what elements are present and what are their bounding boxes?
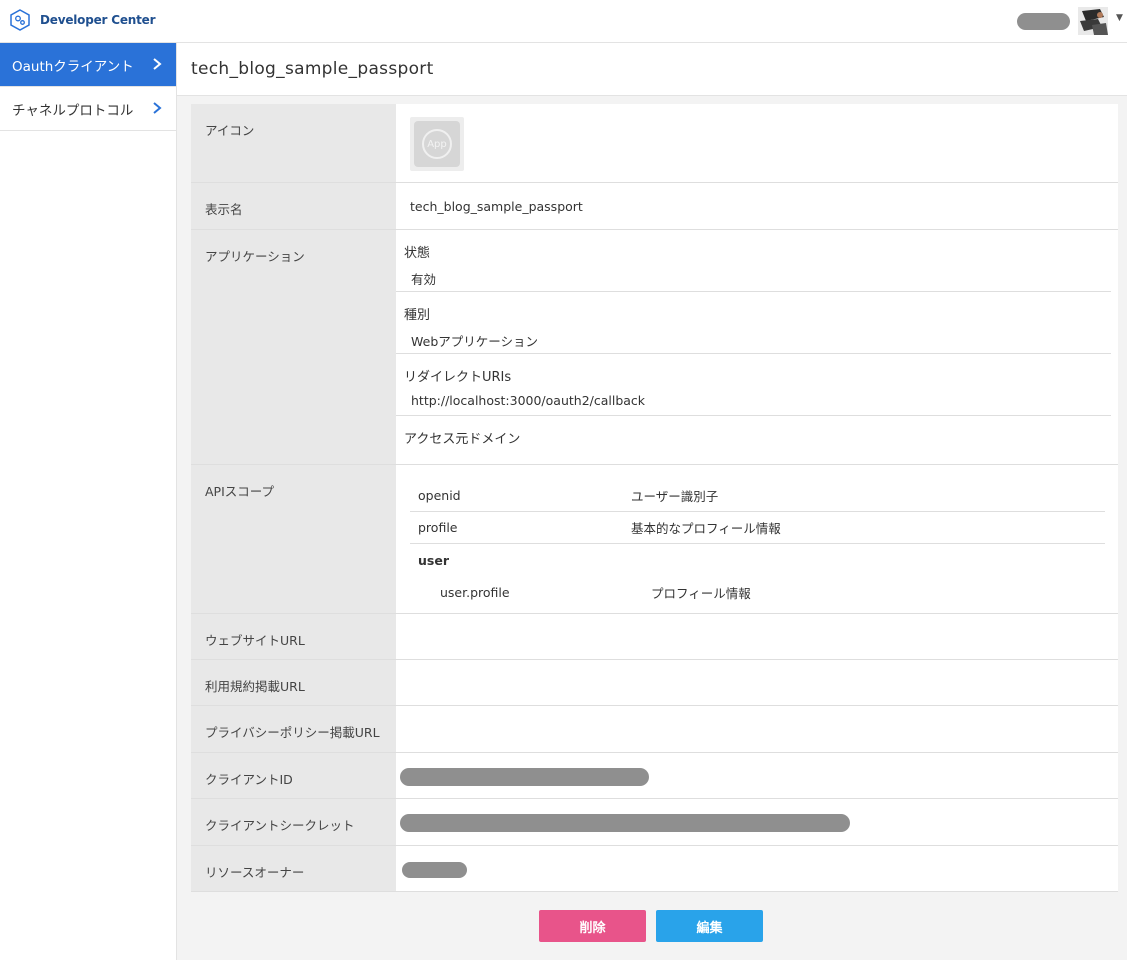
sidebar-item-label: Oauthクライアント [12,58,134,75]
username-redacted[interactable] [1017,13,1070,30]
row-application: アプリケーション 状態 有効 種別 Webアプリケーション リダイレクトURIs… [191,230,1118,465]
user-avatar[interactable] [1078,7,1108,35]
chevron-right-icon [153,102,162,114]
row-api-scope: APIスコープ openid ユーザー識別子 profile 基本的なプロフィー… [191,465,1118,614]
row-label: 利用規約掲載URL [191,660,396,705]
client-id-redacted [400,768,649,786]
top-bar: Developer Center ▼ [0,0,1127,43]
developer-center-logo-icon[interactable] [9,9,31,31]
row-label: リソースオーナー [191,846,396,891]
page-title-bar: tech_blog_sample_passport [177,43,1127,96]
client-secret-redacted [400,814,850,832]
scope-row: profile 基本的なプロフィール情報 [410,512,1105,544]
row-icon: アイコン App [191,104,1118,183]
sidebar-item-label: チャネルプロトコル [12,102,134,119]
delete-button[interactable]: 削除 [539,910,646,942]
edit-button[interactable]: 編集 [656,910,763,942]
client-details-table: アイコン App 表示名 tech_blog_sample_passport ア… [191,104,1118,892]
row-label: クライアントシークレット [191,799,396,845]
row-label: クライアントID [191,753,396,798]
action-buttons: 削除 編集 [539,910,763,942]
user-menu-caret-icon[interactable]: ▼ [1116,13,1123,23]
row-client-secret: クライアントシークレット [191,799,1118,846]
row-label: アイコン [191,104,396,182]
row-resource-owner: リソースオーナー [191,846,1118,892]
row-privacy-url: プライバシーポリシー掲載URL [191,706,1118,753]
row-website-url: ウェブサイトURL [191,614,1118,660]
application-type: 種別 Webアプリケーション [396,292,1111,354]
row-display-name: 表示名 tech_blog_sample_passport [191,183,1118,230]
chevron-right-icon [153,58,162,70]
main-content: tech_blog_sample_passport アイコン App 表示名 t… [177,43,1127,960]
row-label: アプリケーション [191,230,396,464]
application-redirect-uris: リダイレクトURIs http://localhost:3000/oauth2/… [396,354,1111,416]
page-title: tech_blog_sample_passport [191,59,434,79]
brand-name[interactable]: Developer Center [40,13,156,27]
application-access-domain: アクセス元ドメイン [404,432,521,447]
row-label: プライバシーポリシー掲載URL [191,706,396,752]
row-label: ウェブサイトURL [191,614,396,659]
row-label: APIスコープ [191,465,396,613]
scope-group-user: user [418,552,449,568]
row-terms-url: 利用規約掲載URL [191,660,1118,706]
resource-owner-redacted [402,862,467,878]
scope-row: openid ユーザー識別子 [410,480,1105,512]
application-status: 状態 有効 [396,230,1111,292]
display-name-value: tech_blog_sample_passport [410,199,583,214]
app-icon: App [410,117,464,171]
sidebar: Oauthクライアント チャネルプロトコル [0,43,177,960]
app-placeholder-icon: App [422,129,452,159]
scope-row: user.profile プロフィール情報 [440,584,751,601]
sidebar-item-channel-protocol[interactable]: チャネルプロトコル [0,87,176,131]
row-label: 表示名 [191,183,396,229]
sidebar-item-oauth-client[interactable]: Oauthクライアント [0,43,176,87]
row-client-id: クライアントID [191,753,1118,799]
